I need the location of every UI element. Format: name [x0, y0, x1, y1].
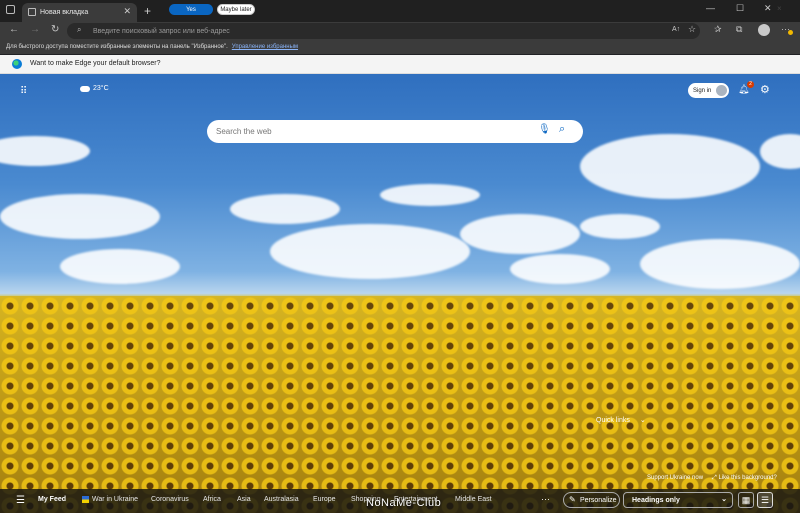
collections-icon[interactable]: ⧉	[736, 24, 742, 35]
support-ukraine-link[interactable]: Support Ukraine now	[647, 475, 703, 481]
address-bar[interactable]: ⌕ Введите поисковый запрос или веб-адрес	[67, 23, 700, 39]
favorites-hint: Для быстрого доступа поместите избранные…	[6, 44, 228, 50]
weather-widget[interactable]: 23°C	[80, 85, 109, 92]
default-browser-bar: Want to make Edge your default browser?	[0, 55, 800, 74]
personalize-label: Personalize	[580, 496, 617, 504]
sign-in-label: Sign in	[693, 87, 712, 94]
headings-value: Headings only	[632, 496, 680, 504]
tab-my-feed[interactable]: My Feed	[38, 496, 66, 503]
menu-icon[interactable]: ☰	[16, 495, 25, 506]
favorites-bar: Для быстрого доступа поместите избранные…	[0, 40, 800, 54]
sign-in-button[interactable]: Sign in	[688, 83, 729, 98]
more-categories-icon[interactable]: ···	[541, 494, 550, 504]
grid-view-icon[interactable]: ▦	[738, 492, 754, 508]
maybe-later-button[interactable]: Maybe later	[217, 4, 255, 15]
like-background-link[interactable]: ⤢ Like this background?	[712, 475, 777, 482]
update-dot-icon	[788, 30, 793, 35]
mic-icon[interactable]: 🎙︎	[538, 124, 551, 135]
tab-war-in-ukraine[interactable]: War in Ukraine	[92, 496, 138, 503]
search-icon[interactable]: ⌕	[559, 123, 565, 136]
chevron-down-icon: ⌄	[721, 496, 727, 503]
tab-title: Новая вкладка	[40, 9, 89, 16]
tab-middle-east[interactable]: Middle East	[455, 496, 492, 503]
tab-new-tab[interactable]: Новая вкладка ✕	[22, 3, 137, 22]
back-icon[interactable]: ←	[9, 24, 19, 35]
list-view-icon[interactable]: ☰	[757, 492, 773, 508]
page-icon	[28, 8, 36, 16]
close-window-button[interactable]: ✕	[764, 3, 772, 14]
quick-links-label: Quick links	[596, 417, 630, 424]
apps-grid-icon[interactable]: ⠿	[20, 86, 27, 97]
ukraine-flag-icon	[82, 496, 89, 503]
like-background-label: Like this background?	[718, 475, 777, 481]
maximize-button[interactable]: ☐	[736, 3, 744, 14]
manage-favorites-link[interactable]: Управление избранным	[232, 44, 298, 50]
headings-select[interactable]: Headings only ⌄	[623, 492, 733, 508]
tab-europe[interactable]: Europe	[313, 496, 336, 503]
weather-temp: 23°C	[93, 85, 109, 92]
tab-coronavirus[interactable]: Coronavirus	[151, 496, 189, 503]
gear-icon[interactable]: ⚙	[760, 83, 770, 96]
new-tab-button[interactable]: +	[144, 4, 151, 18]
pencil-icon: ✎	[569, 495, 576, 504]
tab-actions-icon[interactable]	[6, 5, 15, 14]
edge-logo-icon	[12, 59, 22, 69]
search-icon: ⌕	[77, 25, 82, 34]
favorites-icon[interactable]: ✰	[714, 24, 722, 35]
yes-button[interactable]: Yes	[169, 4, 213, 15]
read-aloud-icon[interactable]: A↑	[672, 26, 680, 33]
forward-icon[interactable]: →	[30, 24, 40, 35]
tab-australasia[interactable]: Australasia	[264, 496, 299, 503]
avatar	[716, 85, 727, 96]
quick-links-toggle[interactable]: Quick links ⌄	[596, 416, 646, 424]
address-placeholder: Введите поисковый запрос или веб-адрес	[93, 27, 230, 35]
search-placeholder: Search the web	[216, 127, 272, 136]
default-browser-message: Want to make Edge your default browser?	[30, 60, 161, 67]
chevron-down-icon: ⌄	[639, 417, 646, 424]
watermark: NoNaMe-Club	[366, 497, 442, 509]
tab-africa[interactable]: Africa	[203, 496, 221, 503]
weather-cloud-icon	[80, 85, 90, 92]
profile-avatar[interactable]	[758, 24, 770, 36]
close-bar-icon[interactable]: ×	[777, 4, 782, 13]
refresh-icon[interactable]: ↻	[51, 24, 59, 35]
search-input[interactable]: Search the web	[207, 120, 583, 143]
personalize-button[interactable]: ✎ Personalize	[563, 492, 620, 508]
notification-badge: 2	[747, 81, 754, 88]
close-tab-icon[interactable]: ✕	[123, 6, 131, 17]
tab-asia[interactable]: Asia	[237, 496, 251, 503]
favorite-star-icon[interactable]: ☆	[688, 24, 696, 35]
minimize-button[interactable]: —	[706, 3, 715, 13]
